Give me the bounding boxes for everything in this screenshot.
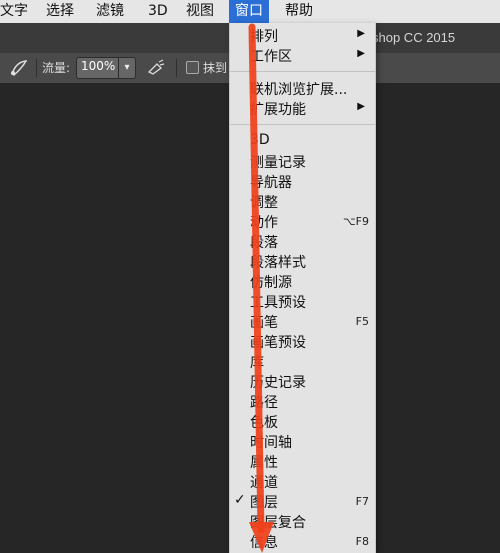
- menu-bar: 文字 选择 滤镜 3D 视图 窗口 帮助: [0, 0, 500, 24]
- menu-item-extensions[interactable]: 扩展功能 ▶: [230, 98, 375, 118]
- menu-item-info[interactable]: 信息 F8: [230, 531, 375, 551]
- menu-text[interactable]: 文字: [0, 0, 28, 23]
- menu-item-swatches[interactable]: 色板: [230, 411, 375, 431]
- menu-item-layers[interactable]: ✓ 图层 F7: [230, 491, 375, 511]
- menu-item-paragraph-styles[interactable]: 段落样式: [230, 251, 375, 271]
- checkmark-icon: ✓: [234, 492, 246, 508]
- menu-item-browse-extensions[interactable]: 联机浏览扩展...: [230, 78, 375, 98]
- menu-item-measurement-log[interactable]: 测量记录: [230, 151, 375, 171]
- airbrush-icon[interactable]: [146, 59, 166, 77]
- menu-window[interactable]: 窗口: [229, 0, 269, 23]
- menu-item-brush[interactable]: 画笔 F5: [230, 311, 375, 331]
- submenu-arrow-icon: ▶: [357, 28, 365, 39]
- menu-help[interactable]: 帮助: [285, 0, 313, 23]
- menu-item-actions[interactable]: 动作 ⌥F9: [230, 211, 375, 231]
- chevron-down-icon[interactable]: ▾: [118, 58, 135, 78]
- menu-item-tool-presets[interactable]: 工具预设: [230, 291, 375, 311]
- menu-item-adjustments[interactable]: 调整: [230, 191, 375, 211]
- menu-3d[interactable]: 3D: [148, 0, 168, 23]
- submenu-arrow-icon: ▶: [357, 48, 365, 59]
- flow-label: 流量:: [42, 61, 71, 75]
- menu-item-workspace[interactable]: 工作区 ▶: [230, 45, 375, 65]
- submenu-arrow-icon: ▶: [357, 101, 365, 112]
- menu-item-paths[interactable]: 路径: [230, 391, 375, 411]
- smoothing-label: 抹到: [203, 61, 228, 75]
- menu-item-properties[interactable]: 属性: [230, 451, 375, 471]
- shortcut-label: F7: [355, 495, 369, 508]
- menu-item-3d[interactable]: 3D: [230, 131, 375, 151]
- menu-select[interactable]: 选择: [46, 0, 74, 23]
- options-separator: [36, 59, 37, 77]
- flow-field[interactable]: 100% ▾: [76, 57, 136, 79]
- menu-item-history[interactable]: 历史记录: [230, 371, 375, 391]
- smoothing-checkbox[interactable]: [186, 61, 199, 74]
- shortcut-label: F8: [355, 535, 369, 548]
- menu-item-timeline[interactable]: 时间轴: [230, 431, 375, 451]
- menu-separator: [230, 71, 375, 72]
- shortcut-label: F5: [355, 315, 369, 328]
- window-title: shop CC 2015: [372, 30, 456, 45]
- options-separator: [176, 59, 177, 77]
- menu-separator: [230, 124, 375, 125]
- menu-item-arrange[interactable]: 排列 ▶: [230, 25, 375, 45]
- menu-item-libraries[interactable]: 库: [230, 351, 375, 371]
- menu-view[interactable]: 视图: [186, 0, 214, 23]
- menu-filter[interactable]: 滤镜: [96, 0, 124, 23]
- menu-item-brush-presets[interactable]: 画笔预设: [230, 331, 375, 351]
- menu-item-paragraph[interactable]: 段落: [230, 231, 375, 251]
- menu-item-layer-comps[interactable]: 图层复合: [230, 511, 375, 531]
- menu-item-clone-source[interactable]: 仿制源: [230, 271, 375, 291]
- menu-item-navigator[interactable]: 导航器: [230, 171, 375, 191]
- shortcut-label: ⌥F9: [342, 215, 369, 228]
- brush-preset-icon[interactable]: [8, 58, 30, 78]
- flow-value: 100%: [81, 59, 116, 73]
- menu-item-channels[interactable]: 通道: [230, 471, 375, 491]
- window-menu-dropdown: 排列 ▶ 工作区 ▶ 联机浏览扩展... 扩展功能 ▶ 3D 测量记录 导航器 …: [229, 23, 376, 553]
